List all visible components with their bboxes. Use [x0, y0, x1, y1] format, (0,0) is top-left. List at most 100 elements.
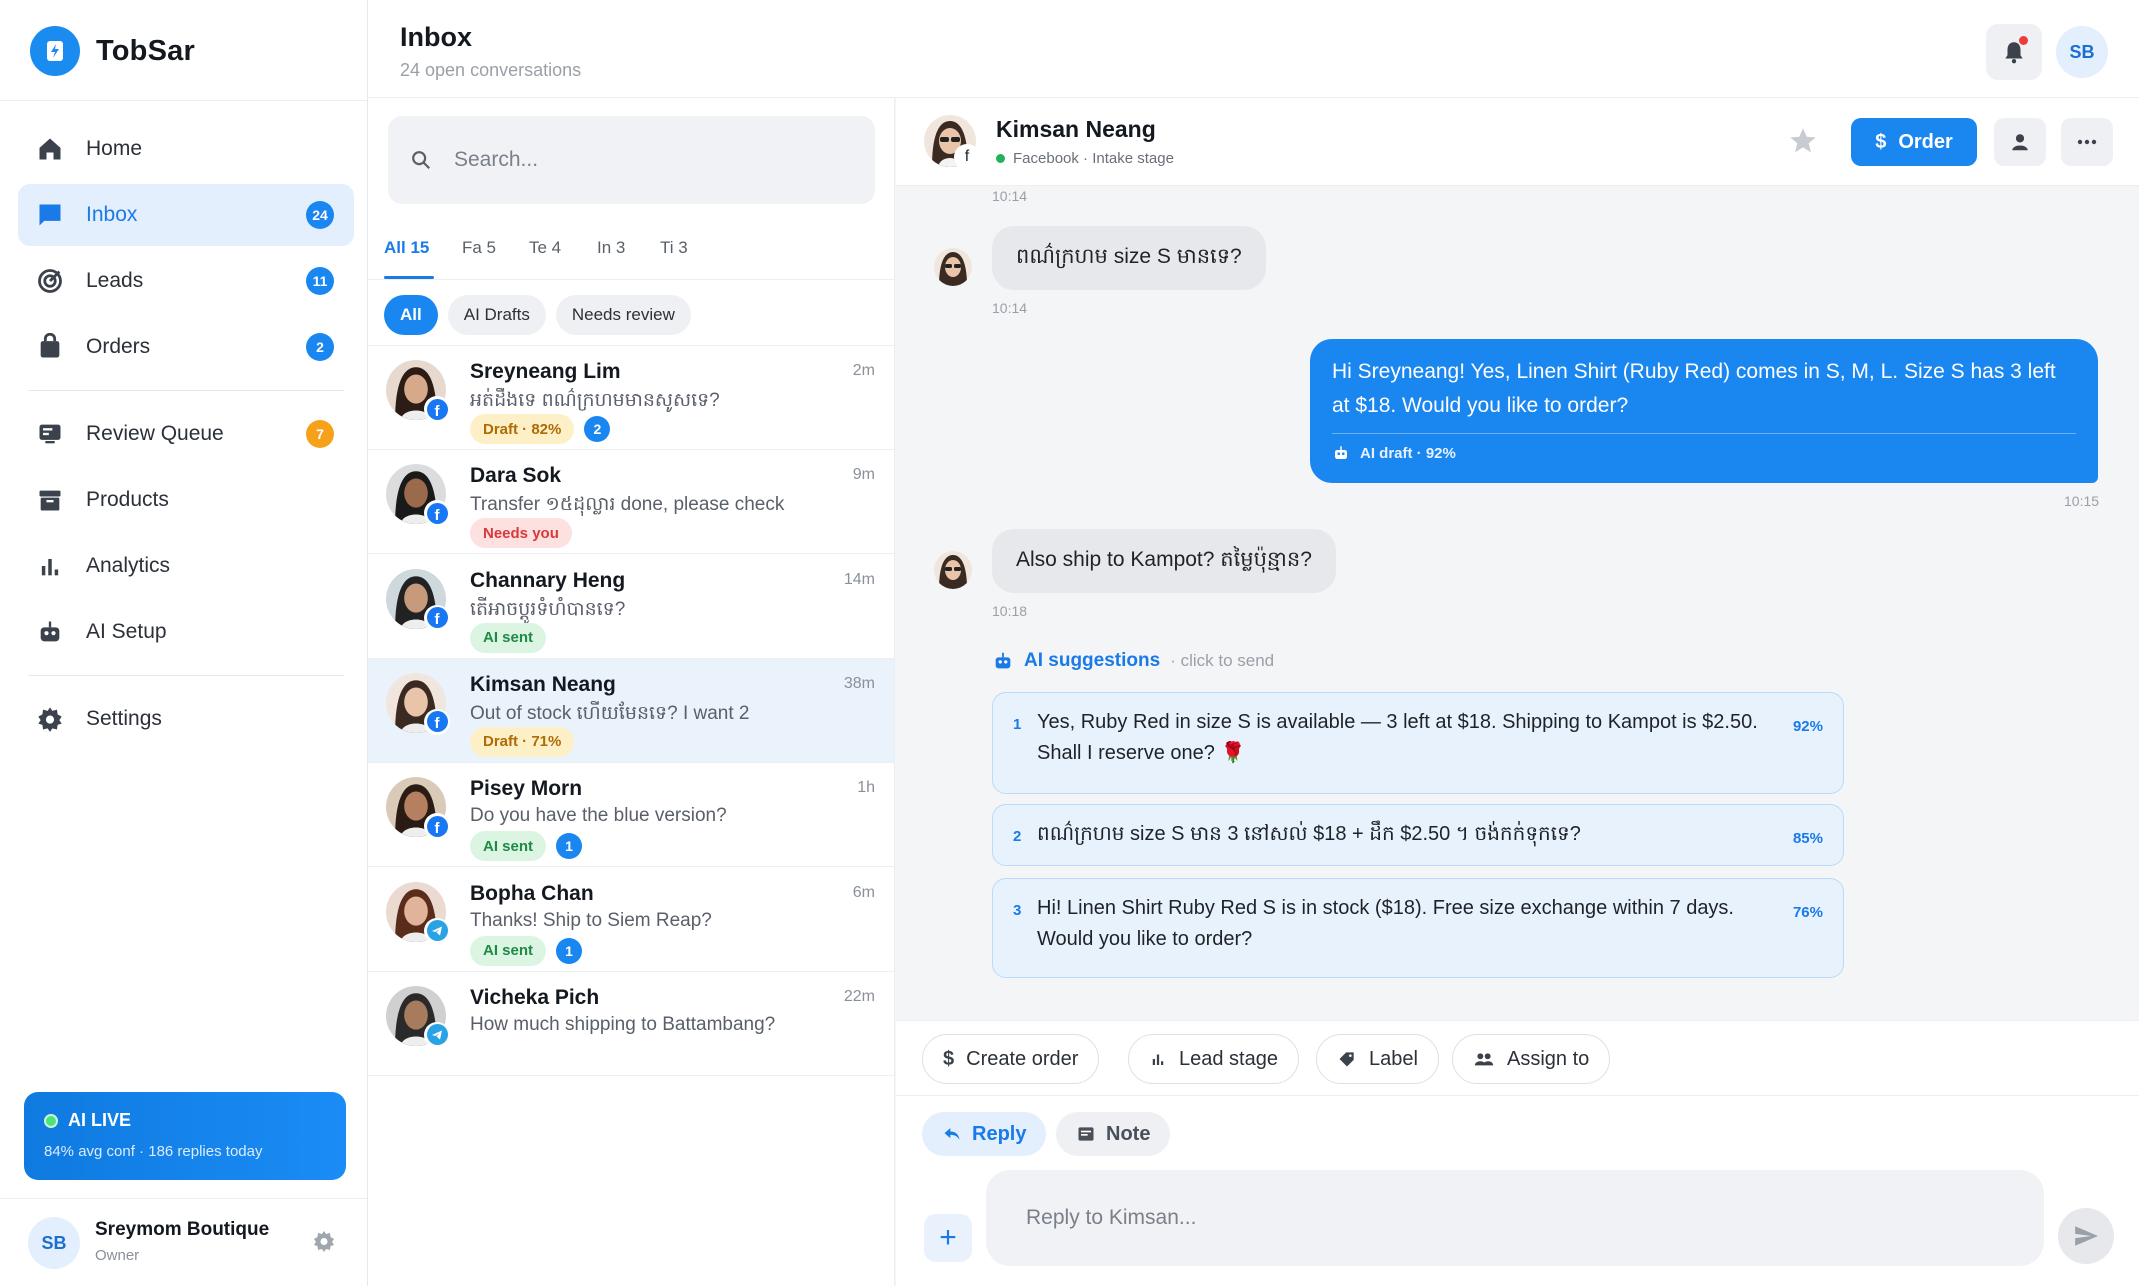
- ai-live-card[interactable]: AI LIVE 84% avg conf · 186 replies today: [24, 1092, 346, 1180]
- ai-suggestion[interactable]: 1 Yes, Ruby Red in size S is available —…: [992, 692, 1844, 794]
- sidebar-item-label: AI Setup: [86, 620, 167, 643]
- filter-chip-all[interactable]: All: [384, 295, 438, 335]
- attach-button[interactable]: +: [924, 1214, 972, 1262]
- notifications-button[interactable]: [1986, 24, 2042, 80]
- conversation-tags: Needs you: [470, 518, 572, 549]
- sidebar-item-home[interactable]: Home: [18, 118, 354, 180]
- tab-tiktok[interactable]: Ti 3: [660, 238, 688, 258]
- conversation-tags: AI sent 1: [470, 935, 583, 966]
- conversation-time: 14m: [843, 570, 875, 588]
- conversation-tags: Draft · 71%: [470, 726, 575, 757]
- conversation-name: Sreyneang Lim: [470, 360, 621, 383]
- contact-avatar: [934, 248, 972, 286]
- assign-to-button[interactable]: Assign to: [1452, 1034, 1611, 1084]
- chat-header: f Kimsan Neang Facebook · Intake stage $…: [896, 98, 2139, 186]
- filter-chip-needs-review[interactable]: Needs review: [555, 295, 691, 335]
- sidebar-item-settings[interactable]: Settings: [18, 688, 354, 750]
- ai-suggestions-title: AI suggestions: [1024, 650, 1161, 671]
- create-order-button[interactable]: $ Create order: [922, 1034, 1100, 1084]
- tab-telegram[interactable]: Te 4: [529, 238, 561, 258]
- suggestion-confidence: 85%: [1792, 830, 1823, 847]
- status-badge: AI sent: [470, 622, 547, 653]
- suggestion-number: 3: [1013, 902, 1022, 919]
- status-badge: AI sent: [470, 831, 547, 862]
- star-icon[interactable]: [1786, 124, 1820, 158]
- conversation-time: 22m: [843, 987, 875, 1005]
- contact-name: Kimsan Neang: [996, 116, 1156, 142]
- sidebar-item-leads[interactable]: Leads 11: [18, 250, 354, 312]
- divider: [1332, 433, 2076, 434]
- divider: [28, 390, 344, 391]
- sidebar-item-ai-setup[interactable]: AI Setup: [18, 601, 354, 663]
- action-label: Create order: [966, 1047, 1079, 1070]
- chat-panel: f Kimsan Neang Facebook · Intake stage $…: [896, 98, 2139, 1286]
- unread-count-badge: 1: [556, 937, 583, 964]
- unread-count-badge: 2: [584, 416, 611, 442]
- note-tab[interactable]: Note: [1056, 1112, 1171, 1156]
- brand-logo-icon: [30, 26, 80, 76]
- ai-draft-meta: AI draft · 92%: [1360, 444, 1456, 462]
- reply-box[interactable]: [986, 1170, 2044, 1266]
- conversation-preview: Transfer ១៥ដុល្លារ done, please check: [470, 494, 785, 516]
- facebook-icon: f: [424, 813, 450, 840]
- app-root: TobSar Home Inbox 24 Leads 11 Orders 2 R…: [0, 0, 2139, 1286]
- reply-tab-label: Reply: [972, 1122, 1027, 1145]
- nav-badge: 7: [306, 420, 334, 448]
- divider: [28, 675, 344, 676]
- avatar[interactable]: SB: [28, 1217, 80, 1269]
- ai-suggestion[interactable]: 3 Hi! Linen Shirt Ruby Red S is in stock…: [992, 878, 1844, 978]
- divider: [0, 100, 367, 101]
- tab-facebook[interactable]: Fa 5: [462, 238, 496, 258]
- conversation-item[interactable]: f Kimsan Neang 38m Out of stock ហើយមែនទេ…: [368, 658, 894, 763]
- telegram-icon: [424, 917, 450, 944]
- sidebar-item-label: Analytics: [86, 554, 171, 577]
- reply-icon: [944, 1128, 960, 1140]
- brand[interactable]: TobSar: [30, 26, 195, 76]
- search-input[interactable]: [454, 148, 854, 172]
- status-badge: Draft · 71%: [470, 726, 575, 757]
- facebook-icon: f: [424, 396, 450, 422]
- conversation-item[interactable]: f Channary Heng 14m តើអាចប្តូរទំហំបានទេ?…: [368, 555, 894, 659]
- nav-badge: 24: [306, 201, 334, 229]
- ai-suggestion[interactable]: 2 ពណ៌ក្រហម size S មាន 3 នៅសល់ $18 + ដឹក …: [992, 804, 1844, 866]
- tab-all[interactable]: All 15: [384, 238, 429, 258]
- order-button[interactable]: $ Order: [1851, 118, 1977, 166]
- send-button[interactable]: [2058, 1208, 2114, 1264]
- sidebar-item-review-queue[interactable]: Review Queue 7: [18, 403, 354, 465]
- conversation-item[interactable]: f Dara Sok 9m Transfer ១៥ដុល្លារ done, p…: [368, 450, 894, 555]
- conversation-name: Pisey Morn: [470, 777, 583, 801]
- conversation-item[interactable]: f Pisey Morn 1h Do you have the blue ver…: [368, 763, 894, 868]
- conversation-item[interactable]: Bopha Chan 6m Thanks! Ship to Siem Reap?…: [368, 868, 894, 972]
- composer: Reply Note +: [896, 1096, 2139, 1286]
- lead-stage-button[interactable]: Lead stage: [1128, 1034, 1299, 1084]
- suggestion-confidence: 92%: [1792, 718, 1823, 735]
- sidebar-nav: Home Inbox 24 Leads 11 Orders 2 Review Q…: [18, 118, 354, 754]
- tab-indicator: [384, 276, 434, 279]
- sidebar-item-analytics[interactable]: Analytics: [18, 535, 354, 597]
- avatar[interactable]: SB: [2056, 26, 2108, 78]
- outgoing-message-text: Hi Sreyneang! Yes, Linen Shirt (Ruby Red…: [1332, 360, 2056, 417]
- tab-instagram[interactable]: In 3: [597, 238, 625, 258]
- filter-chip-ai-drafts[interactable]: AI Drafts: [447, 295, 546, 335]
- sidebar-item-label: Review Queue: [86, 422, 224, 445]
- conversation-preview: តើអាចប្តូរទំហំបានទេ?: [470, 598, 626, 620]
- robot-icon: [995, 652, 1011, 669]
- suggestion-text: ពណ៌ក្រហម size S មាន 3 នៅសល់ $18 + ដឹក $2…: [1037, 823, 1581, 845]
- conversation-item[interactable]: f Sreyneang Lim 2m អត់ដឹងទេ ពណ៌ក្រហមមានស…: [368, 346, 894, 450]
- message-timestamp: 10:15: [2064, 493, 2100, 509]
- sidebar-item-inbox[interactable]: Inbox 24: [18, 184, 354, 246]
- sidebar-item-orders[interactable]: Orders 2: [18, 316, 354, 378]
- sidebar-item-products[interactable]: Products: [18, 469, 354, 531]
- account-role: Owner: [95, 1247, 140, 1264]
- reply-tab[interactable]: Reply: [922, 1112, 1047, 1156]
- reply-input[interactable]: [1026, 1206, 2006, 1230]
- conversation-item[interactable]: Vicheka Pich 22m How much shipping to Ba…: [368, 972, 894, 1076]
- sidebar-item-label: Home: [86, 137, 143, 160]
- gear-icon[interactable]: [312, 1229, 336, 1253]
- contact-profile-button[interactable]: [1994, 118, 2046, 166]
- more-button[interactable]: [2061, 118, 2113, 166]
- label-button[interactable]: Label: [1316, 1034, 1439, 1084]
- action-label: Label: [1369, 1047, 1418, 1070]
- search-box[interactable]: [388, 116, 875, 204]
- telegram-icon: [424, 1021, 450, 1048]
